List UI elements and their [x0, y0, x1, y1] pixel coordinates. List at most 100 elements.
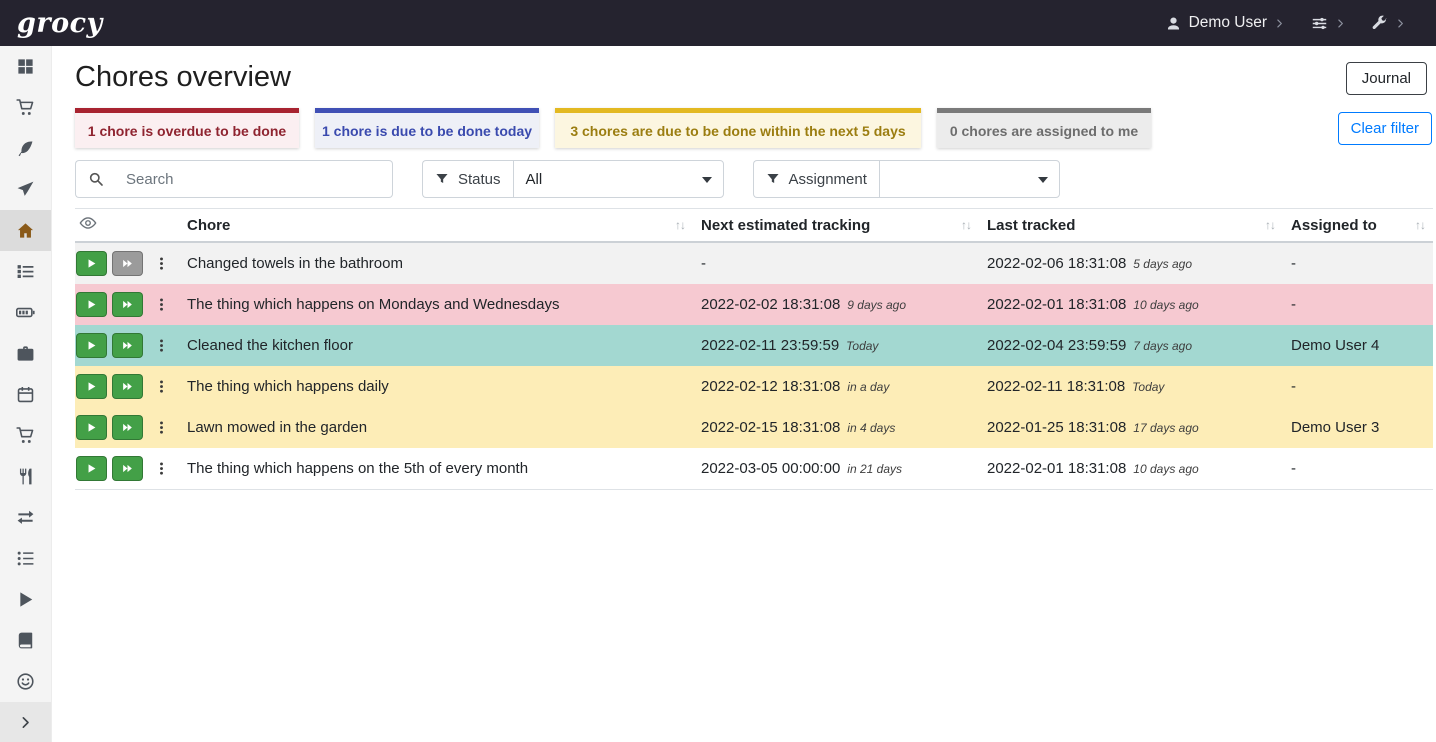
fast-forward-icon [122, 422, 133, 433]
track-execution-button[interactable] [76, 251, 107, 276]
row-menu-button[interactable] [152, 418, 171, 437]
play-icon [86, 299, 97, 310]
chevron-right-icon [1274, 18, 1285, 29]
sidebar-item-meal-plan[interactable] [0, 169, 51, 210]
window-grid-icon [16, 57, 35, 76]
play-icon [86, 381, 97, 392]
assigned-to-value: - [1291, 460, 1296, 477]
column-header-last-tracked[interactable]: Last tracked↑↓ [979, 209, 1283, 243]
user-menu[interactable]: Demo User [1165, 14, 1285, 32]
row-menu-button[interactable] [152, 336, 171, 355]
skip-execution-button[interactable] [112, 251, 143, 276]
sidebar-item-shopping-list[interactable] [0, 87, 51, 128]
sidebar-collapse-toggle[interactable] [0, 702, 51, 742]
row-menu-button[interactable] [152, 295, 171, 314]
next-tracking-value: 2022-02-15 18:31:08 [701, 419, 840, 436]
next-tracking-value: 2022-03-05 00:00:00 [701, 460, 840, 477]
assigned-to-value: Demo User 3 [1291, 419, 1379, 436]
filter-card-due-today[interactable]: 1 chore is due to be done today [315, 108, 539, 148]
next-tracking-value: - [701, 255, 706, 272]
chore-name: The thing which happens on the 5th of ev… [187, 460, 528, 477]
fast-forward-icon [122, 258, 133, 269]
page-title: Chores overview [75, 58, 291, 96]
last-tracked-value: 2022-02-01 18:31:08 [987, 460, 1126, 477]
chore-row[interactable]: Lawn mowed in the garden 2022-02-15 18:3… [75, 407, 1433, 448]
clear-filter-button[interactable]: Clear filter [1338, 112, 1432, 145]
chore-row[interactable]: Changed towels in the bathroom - 2022-02… [75, 242, 1433, 284]
last-tracked-value: 2022-02-01 18:31:08 [987, 296, 1126, 313]
track-execution-button[interactable] [76, 374, 107, 399]
play-icon [16, 590, 35, 609]
sidebar-item-purchase[interactable] [0, 415, 51, 456]
filter-card-assigned-to-me-label: 0 chores are assigned to me [950, 123, 1138, 139]
row-menu-button[interactable] [152, 459, 171, 478]
chore-row[interactable]: The thing which happens on the 5th of ev… [75, 448, 1433, 490]
settings-menu[interactable] [1311, 15, 1346, 32]
sidebar-item-calendar[interactable] [0, 374, 51, 415]
ellipsis-vertical-icon [154, 256, 169, 271]
next-tracking-relative: in 4 days [847, 421, 895, 435]
skip-execution-button[interactable] [112, 292, 143, 317]
row-menu-button[interactable] [152, 377, 171, 396]
grocy-logo[interactable]: grocy [17, 8, 103, 39]
feather-icon [16, 139, 35, 158]
play-icon [86, 340, 97, 351]
sort-icon: ↑↓ [961, 218, 971, 232]
filter-card-due-soon[interactable]: 3 chores are due to be done within the n… [555, 108, 921, 148]
sidebar-item-chores[interactable] [0, 210, 51, 251]
ellipsis-vertical-icon [154, 338, 169, 353]
row-menu-button[interactable] [152, 254, 171, 273]
skip-execution-button[interactable] [112, 415, 143, 440]
last-tracked-value: 2022-02-04 23:59:59 [987, 337, 1126, 354]
main-content: Chores overview Journal 1 chore is overd… [52, 46, 1436, 490]
sidebar-item-consume[interactable] [0, 456, 51, 497]
sidebar-item-equipment[interactable] [0, 333, 51, 374]
ellipsis-vertical-icon [154, 420, 169, 435]
sidebar-item-user-settings[interactable] [0, 661, 51, 702]
chore-row[interactable]: The thing which happens daily 2022-02-12… [75, 366, 1433, 407]
sidebar-item-batteries[interactable] [0, 292, 51, 333]
sidebar-item-tasks[interactable] [0, 251, 51, 292]
sidebar-item-chore-tracking[interactable] [0, 579, 51, 620]
sidebar-item-inventory[interactable] [0, 538, 51, 579]
sidebar-item-journal[interactable] [0, 620, 51, 661]
chores-table: Chore↑↓ Next estimated tracking ↑↓ Last t… [75, 208, 1433, 490]
search-input[interactable] [116, 160, 393, 198]
shopping-cart-icon [16, 98, 35, 117]
shopping-cart-icon [16, 426, 35, 445]
admin-menu[interactable] [1372, 15, 1406, 31]
chevron-right-icon [1395, 18, 1406, 29]
filter-card-overdue[interactable]: 1 chore is overdue to be done [75, 108, 299, 148]
sort-icon: ↑↓ [675, 218, 685, 232]
skip-execution-button[interactable] [112, 456, 143, 481]
sidebar-item-recipes[interactable] [0, 128, 51, 169]
column-header-chore[interactable]: Chore↑↓ [179, 209, 693, 243]
eye-icon[interactable] [79, 214, 97, 232]
ellipsis-vertical-icon [154, 461, 169, 476]
skip-execution-button[interactable] [112, 333, 143, 358]
chore-row[interactable]: The thing which happens on Mondays and W… [75, 284, 1433, 325]
status-select[interactable]: All [513, 160, 724, 198]
chore-name: Cleaned the kitchen floor [187, 337, 353, 354]
sidebar-item-overview[interactable] [0, 46, 51, 87]
table-header-row: Chore↑↓ Next estimated tracking ↑↓ Last t… [75, 209, 1433, 243]
sidebar-item-transfer[interactable] [0, 497, 51, 538]
chevron-right-icon [1335, 18, 1346, 29]
track-execution-button[interactable] [76, 456, 107, 481]
track-execution-button[interactable] [76, 415, 107, 440]
column-header-next-label: Next estimated tracking [701, 217, 870, 234]
skip-execution-button[interactable] [112, 374, 143, 399]
sidebar [0, 46, 52, 742]
assignment-select[interactable] [879, 160, 1060, 198]
track-execution-button[interactable] [76, 333, 107, 358]
filter-funnel-icon [766, 172, 780, 186]
top-navbar: grocy Demo User [0, 0, 1436, 46]
column-header-next-tracking[interactable]: Next estimated tracking ↑↓ [693, 209, 979, 243]
column-header-assigned-to[interactable]: Assigned to↑↓ [1283, 209, 1433, 243]
filter-card-assigned-to-me[interactable]: 0 chores are assigned to me [937, 108, 1151, 148]
caret-down-icon [1038, 177, 1048, 183]
chore-row[interactable]: Cleaned the kitchen floor 2022-02-11 23:… [75, 325, 1433, 366]
wrench-icon [1372, 15, 1388, 31]
track-execution-button[interactable] [76, 292, 107, 317]
journal-button[interactable]: Journal [1346, 62, 1427, 95]
